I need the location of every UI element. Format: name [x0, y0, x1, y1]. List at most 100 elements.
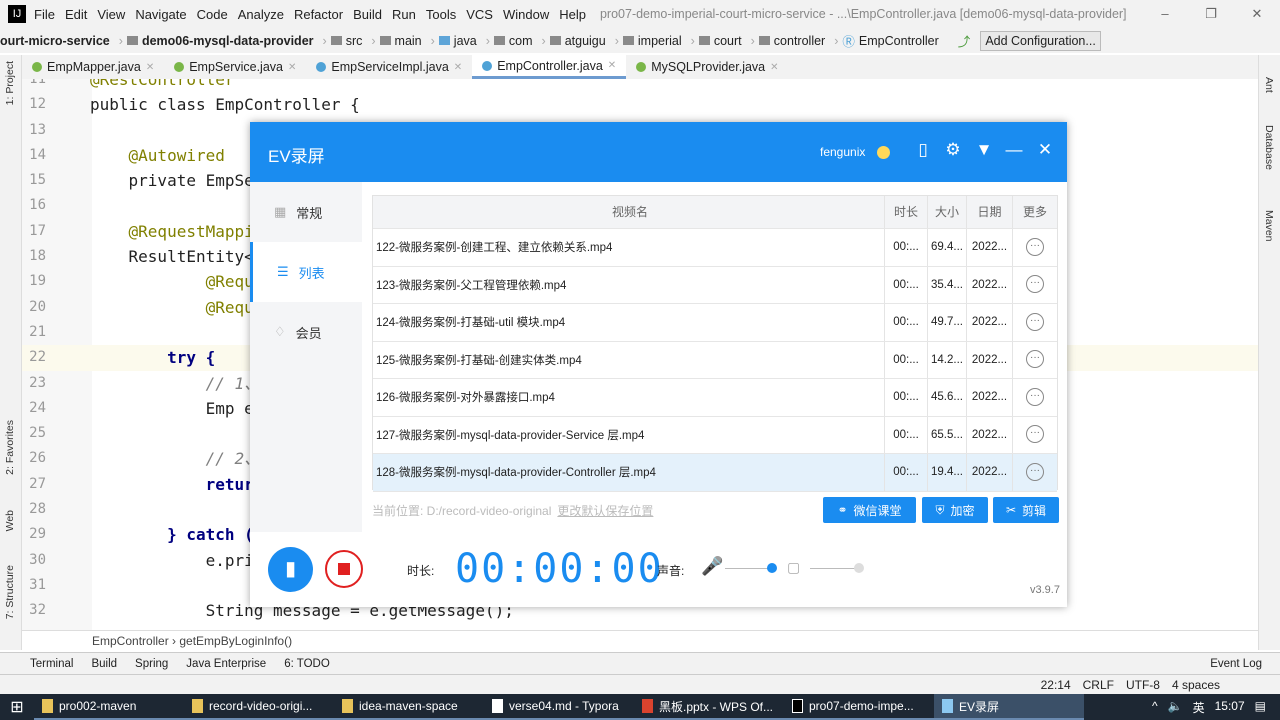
crumb-src[interactable]: src: [330, 34, 362, 48]
close-tab-icon[interactable]: ✕: [146, 62, 154, 73]
col-duration[interactable]: 时长: [884, 196, 927, 228]
more-options-icon[interactable]: ···: [1026, 275, 1044, 294]
minimize-icon[interactable]: —: [1003, 140, 1025, 160]
add-configuration-button[interactable]: Add Configuration...: [980, 30, 1101, 51]
tool-favorites[interactable]: 2: Favorites: [4, 420, 16, 475]
tab-mysqlprovider[interactable]: MySQLProvider.java ✕: [626, 55, 788, 79]
tab-empmapper[interactable]: EmpMapper.java ✕: [22, 55, 164, 79]
editor-breadcrumb[interactable]: EmpController › getEmpByLoginInfo(): [22, 630, 1258, 652]
menu-analyze[interactable]: Analyze: [238, 7, 284, 22]
tool-structure[interactable]: 7: Structure: [4, 565, 16, 619]
line-separator[interactable]: CRLF: [1083, 678, 1114, 692]
more-options-icon[interactable]: ···: [1026, 387, 1044, 406]
taskbar-item[interactable]: pro002-maven: [34, 694, 184, 720]
tool-todo[interactable]: 6: TODO: [284, 658, 330, 670]
close-icon[interactable]: ✕: [1234, 0, 1280, 28]
crumb-java[interactable]: java: [438, 34, 477, 48]
close-tab-icon[interactable]: ✕: [454, 62, 462, 73]
menu-code[interactable]: Code: [197, 7, 228, 22]
menu-help[interactable]: Help: [559, 7, 586, 22]
more-options-icon[interactable]: ···: [1026, 237, 1044, 256]
table-row[interactable]: 125-微服务案例-打基础-创建实体类.mp4 00:... 14.2... 2022…: [373, 341, 1057, 379]
speaker-icon[interactable]: ▢: [787, 559, 800, 576]
taskbar-item[interactable]: pro07-demo-impe...: [784, 694, 934, 720]
tool-database[interactable]: Database: [1263, 125, 1275, 170]
table-row[interactable]: 123-微服务案例-父工程管理依赖.mp4 00:... 35.4... 2022..…: [373, 266, 1057, 304]
encrypt-button[interactable]: ⛨ 加密: [922, 497, 988, 523]
notification-icon[interactable]: ▤: [1255, 699, 1266, 716]
menu-file[interactable]: File: [34, 7, 55, 22]
menu-tools[interactable]: Tools: [426, 7, 456, 22]
wechat-class-button[interactable]: ⚭ 微信课堂: [823, 497, 916, 523]
col-date[interactable]: 日期: [966, 196, 1012, 228]
tab-empserviceimpl[interactable]: EmpServiceImpl.java ✕: [306, 55, 472, 79]
bookmark-icon[interactable]: ▯: [912, 140, 934, 160]
tray-arrow-icon[interactable]: ^: [1152, 699, 1158, 716]
mic-volume-slider[interactable]: [725, 568, 770, 569]
menu-build[interactable]: Build: [353, 7, 382, 22]
table-row[interactable]: 126-微服务案例-对外暴露接口.mp4 00:... 45.6... 2022...…: [373, 379, 1057, 417]
clock[interactable]: 15:07: [1215, 699, 1245, 716]
tab-empcontroller[interactable]: EmpController.java ✕: [472, 55, 627, 79]
taskbar-item[interactable]: EV录屏: [934, 694, 1084, 720]
col-name[interactable]: 视频名: [373, 196, 884, 229]
speaker-volume-slider[interactable]: [810, 568, 860, 569]
crumb-com[interactable]: com: [493, 34, 533, 48]
col-size[interactable]: 大小: [927, 196, 966, 228]
menu-edit[interactable]: Edit: [65, 7, 87, 22]
menu-window[interactable]: Window: [503, 7, 549, 22]
table-row[interactable]: 122-微服务案例-创建工程、建立依赖关系.mp4 00:... 69.4... 20…: [373, 229, 1057, 267]
microphone-icon[interactable]: 🎤: [701, 556, 723, 577]
build-hammer-icon[interactable]: ⤴: [958, 31, 971, 50]
crumb-project[interactable]: ourt-micro-service: [0, 34, 110, 48]
crumb-court[interactable]: court: [698, 34, 742, 48]
more-options-icon[interactable]: ···: [1026, 462, 1044, 481]
tool-build[interactable]: Build: [91, 658, 117, 670]
speaker-volume-knob[interactable]: [854, 563, 864, 573]
crumb-main[interactable]: main: [379, 34, 422, 48]
settings-gear-icon[interactable]: ⚙: [942, 140, 964, 160]
volume-icon[interactable]: 🔈: [1168, 699, 1183, 716]
ime-indicator[interactable]: 英: [1193, 699, 1205, 716]
tool-event-log[interactable]: Event Log: [1210, 658, 1262, 670]
crumb-module[interactable]: demo06-mysql-data-provider: [126, 34, 314, 48]
menu-refactor[interactable]: Refactor: [294, 7, 343, 22]
windows-start-icon[interactable]: ⊞: [0, 697, 34, 717]
record-button[interactable]: ▮: [268, 547, 313, 592]
menu-navigate[interactable]: Navigate: [135, 7, 186, 22]
encoding[interactable]: UTF-8: [1126, 678, 1160, 692]
sidebar-item-list[interactable]: ☰ 列表: [250, 242, 362, 302]
crumb-imperial[interactable]: imperial: [622, 34, 682, 48]
sidebar-item-general[interactable]: ▦ 常规: [250, 182, 362, 242]
tab-empservice[interactable]: EmpService.java ✕: [164, 55, 306, 79]
tool-ant[interactable]: Ant: [1263, 77, 1275, 93]
username[interactable]: fengunix: [820, 145, 865, 159]
menu-vcs[interactable]: VCS: [466, 7, 493, 22]
dropdown-menu-icon[interactable]: ▼: [973, 140, 995, 160]
more-options-icon[interactable]: ···: [1026, 312, 1044, 331]
tool-terminal[interactable]: Terminal: [30, 658, 73, 670]
tool-spring[interactable]: Spring: [135, 658, 168, 670]
menu-view[interactable]: View: [97, 7, 125, 22]
stop-button[interactable]: [325, 550, 363, 588]
close-tab-icon[interactable]: ✕: [770, 62, 778, 73]
cursor-position[interactable]: 22:14: [1041, 678, 1071, 692]
tool-project[interactable]: 1: Project: [4, 61, 16, 105]
change-location-link[interactable]: 更改默认保存位置: [557, 504, 653, 518]
crumb-class[interactable]: Ⓡ EmpController: [842, 31, 938, 50]
sidebar-item-member[interactable]: ♢ 会员: [250, 302, 362, 362]
table-row[interactable]: 127-微服务案例-mysql-data-provider-Service 层.…: [373, 416, 1057, 454]
table-row[interactable]: 128-微服务案例-mysql-data-provider-Controller…: [373, 454, 1057, 492]
edit-button[interactable]: ✂ 剪辑: [993, 497, 1059, 523]
restore-icon[interactable]: ❐: [1188, 0, 1234, 28]
tool-java-enterprise[interactable]: Java Enterprise: [186, 658, 266, 670]
menu-run[interactable]: Run: [392, 7, 416, 22]
taskbar-item[interactable]: idea-maven-space: [334, 694, 484, 720]
close-tab-icon[interactable]: ✕: [608, 60, 616, 71]
taskbar-item[interactable]: 黑板.pptx - WPS Of...: [634, 694, 784, 720]
close-tab-icon[interactable]: ✕: [288, 62, 296, 73]
close-icon[interactable]: ✕: [1034, 140, 1056, 160]
minimize-icon[interactable]: –: [1142, 0, 1188, 28]
indent[interactable]: 4 spaces: [1172, 678, 1220, 692]
tool-web[interactable]: Web: [4, 510, 16, 531]
